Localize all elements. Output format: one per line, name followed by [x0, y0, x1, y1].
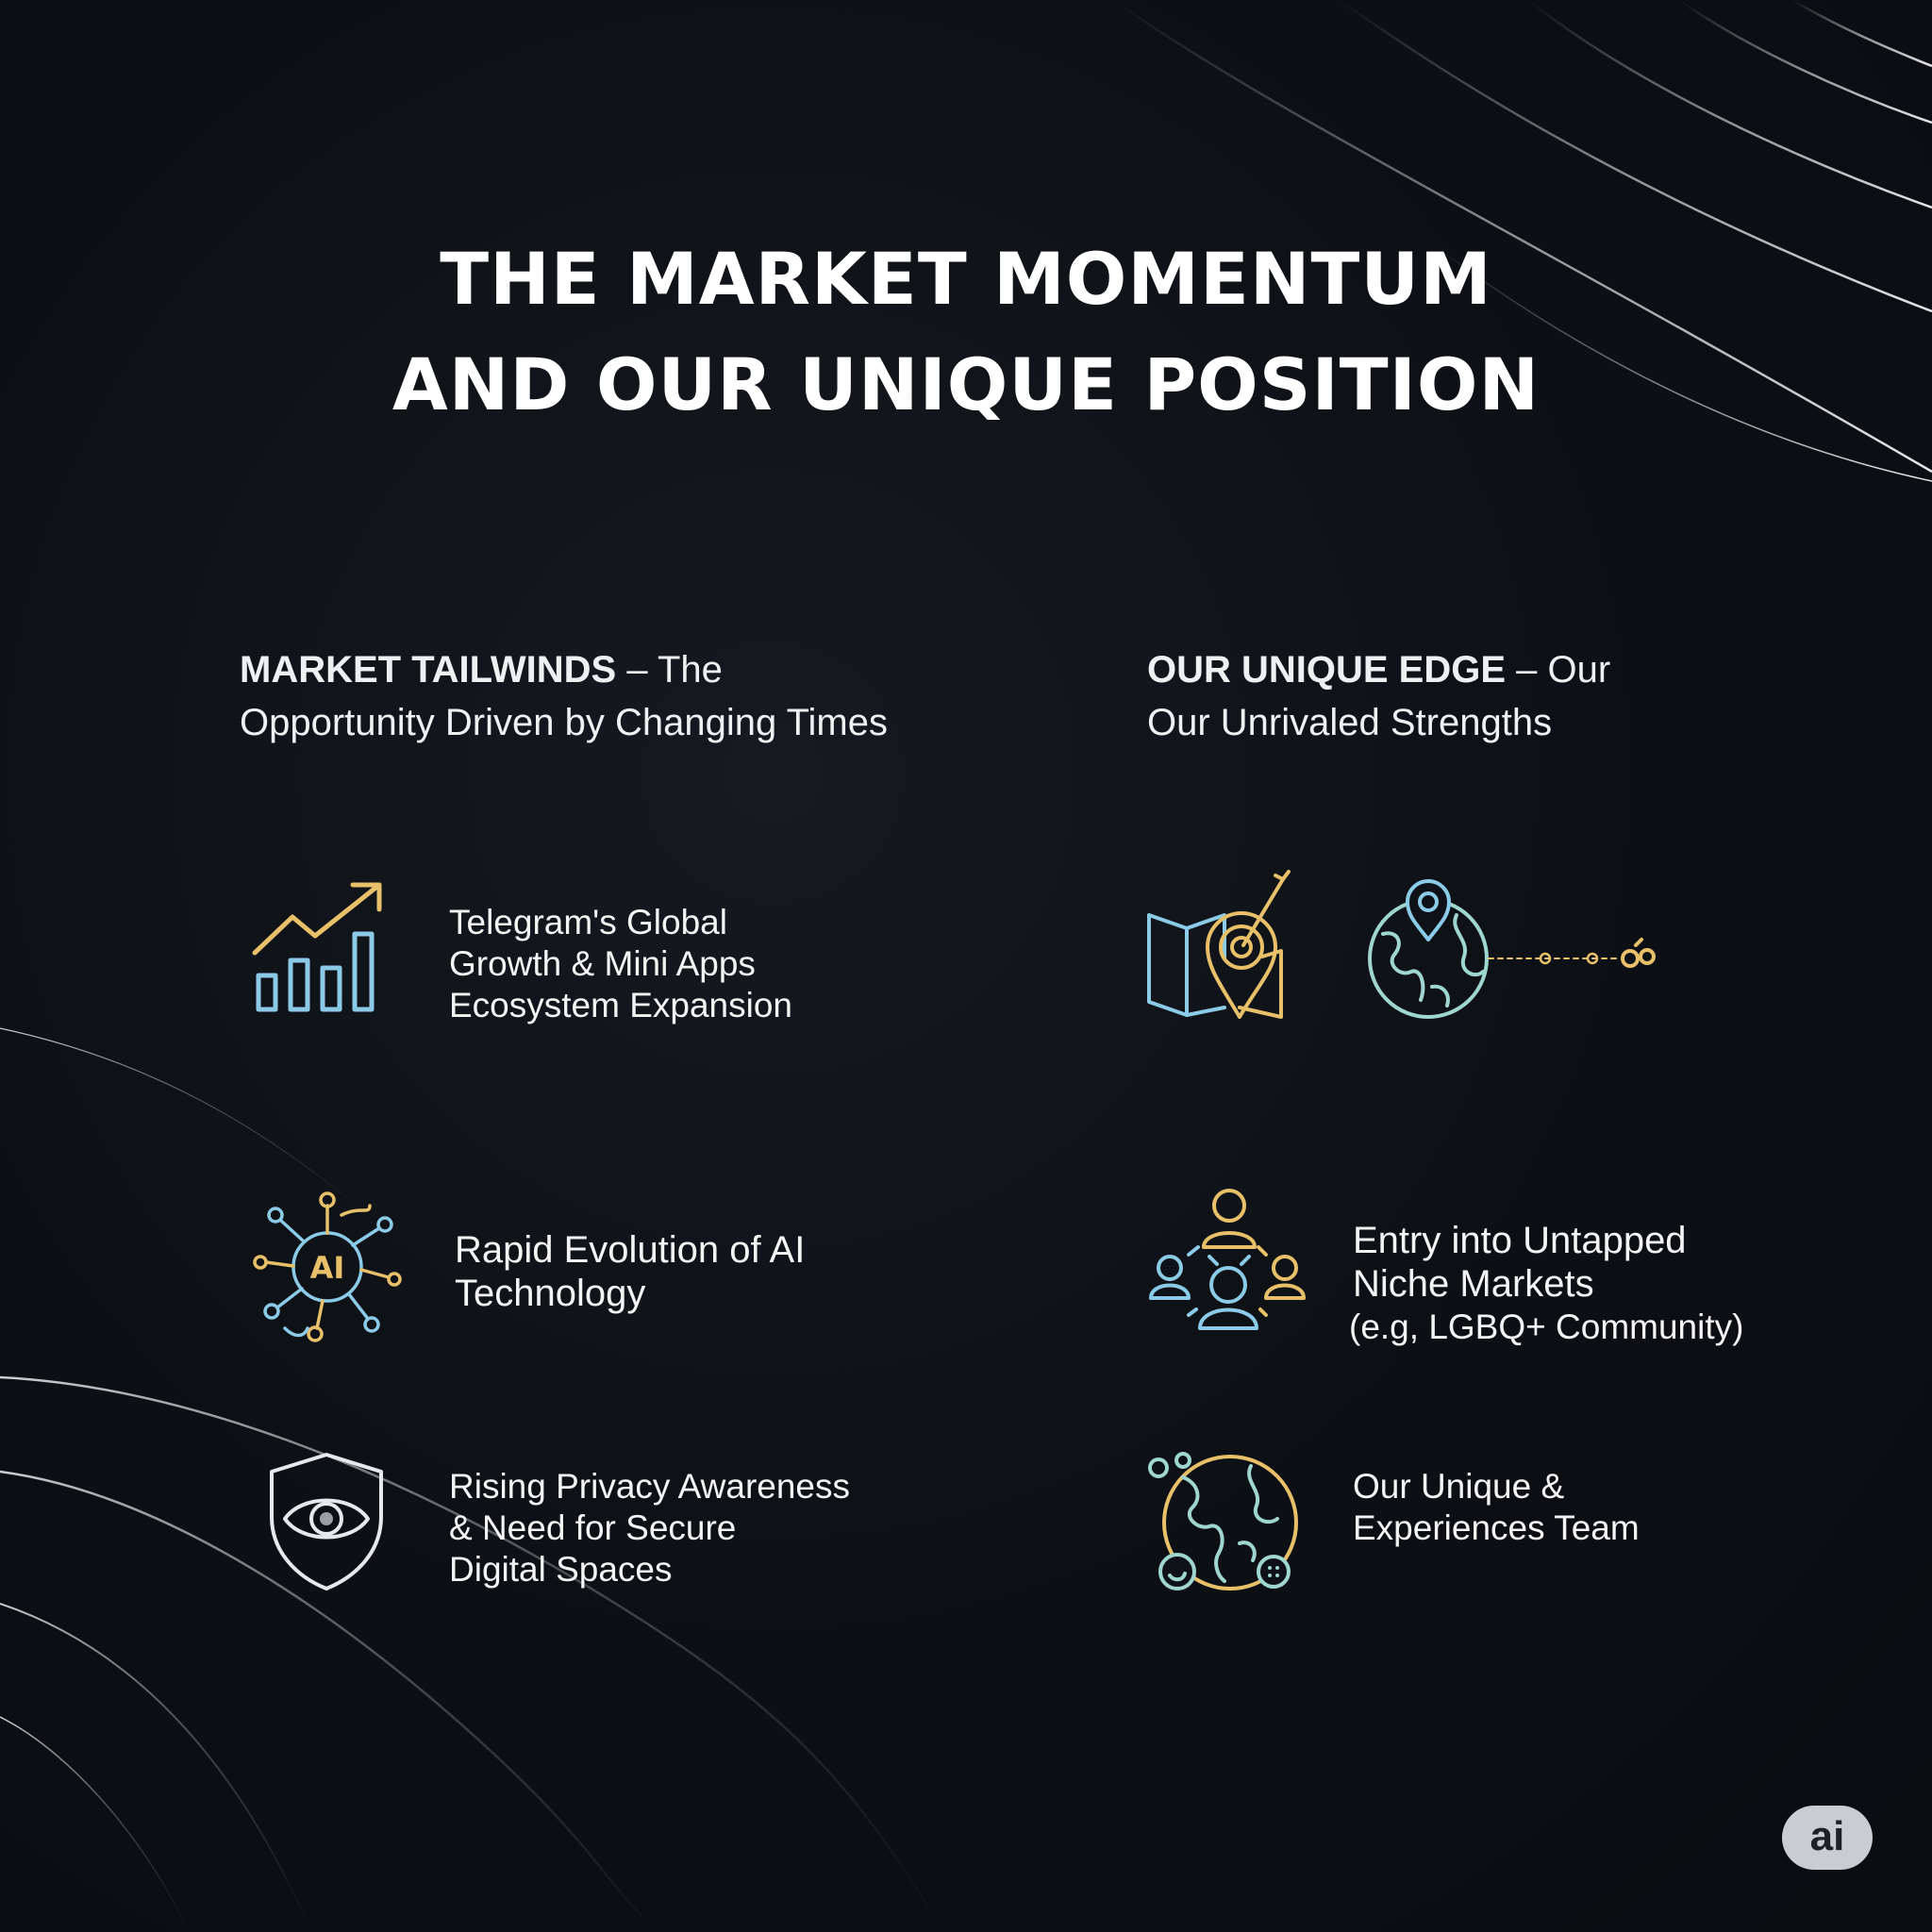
globe-team-icon [1145, 1449, 1306, 1600]
item-line: Ecosystem Expansion [449, 986, 793, 1024]
ai-network-icon: AI [247, 1187, 408, 1347]
item-line: Rapid Evolution of AI [455, 1229, 806, 1271]
heading-line-2: Opportunity Driven by Changing Times [240, 702, 888, 743]
page-title: THE MARKET MOMENTUM AND OUR UNIQUE POSIT… [0, 226, 1932, 438]
tailwind-item-privacy: Rising Privacy Awareness & Need for Secu… [449, 1466, 850, 1591]
heading-strong: OUR UNIQUE EDGE [1147, 649, 1507, 691]
item-line: Rising Privacy Awareness [449, 1467, 850, 1506]
heading-strong: MARKET TAILWINDS [240, 649, 617, 691]
item-line: Growth & Mini Apps [449, 944, 756, 983]
item-line: Digital Spaces [449, 1550, 673, 1589]
heading-line-2: Our Unrivaled Strengths [1147, 702, 1553, 743]
market-tailwinds-heading: MARKET TAILWINDS – The Opportunity Drive… [240, 643, 888, 749]
ai-badge: ai [1782, 1806, 1873, 1870]
tailwind-item-telegram: Telegram's Global Growth & Mini Apps Eco… [449, 902, 792, 1026]
shield-eye-icon [268, 1451, 385, 1592]
heading-rest: – Our [1506, 649, 1611, 691]
item-line: Niche Markets [1353, 1263, 1594, 1305]
item-line: Entry into Untapped [1353, 1220, 1687, 1261]
title-line-1: THE MARKET MOMENTUM [440, 237, 1492, 321]
edge-item-niche-markets: Entry into Untapped Niche Markets (e.g, … [1349, 1219, 1743, 1349]
heading-rest: – The [616, 649, 723, 691]
item-line: Technology [455, 1273, 646, 1314]
item-line: Our Unique & [1353, 1467, 1565, 1506]
growth-chart-icon [247, 877, 389, 1019]
item-line: Experiences Team [1353, 1508, 1640, 1547]
globe-pin-icon [1366, 874, 1658, 1024]
unique-edge-heading: OUR UNIQUE EDGE – Our Our Unrivaled Stre… [1147, 643, 1610, 749]
map-target-icon [1145, 866, 1296, 1026]
tailwind-item-ai: Rapid Evolution of AI Technology [455, 1228, 805, 1315]
edge-item-team: Our Unique & Experiences Team [1353, 1466, 1640, 1549]
ai-icon-label: AI [310, 1250, 345, 1286]
title-line-2: AND OUR UNIQUE POSITION [391, 342, 1541, 426]
item-line: & Need for Secure [449, 1508, 737, 1547]
community-people-icon [1147, 1185, 1307, 1336]
item-line: (e.g, LGBQ+ Community) [1349, 1307, 1744, 1346]
item-line: Telegram's Global [449, 903, 727, 941]
